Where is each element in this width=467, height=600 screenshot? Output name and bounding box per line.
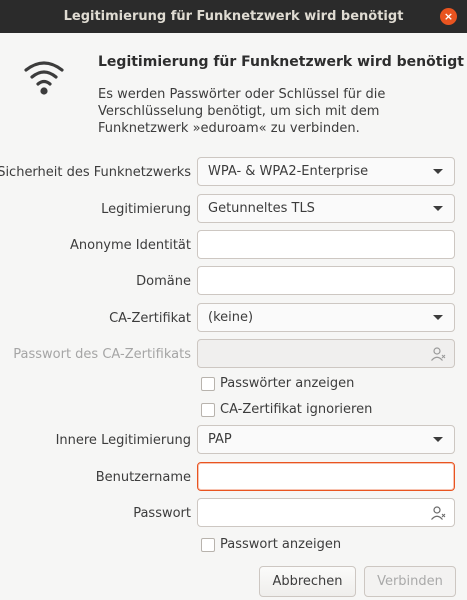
show-password-label: Passwort anzeigen [220, 537, 342, 552]
inner-auth-combo[interactable]: PAP [197, 425, 455, 454]
inner-auth-label: Innere Legitimierung [55, 433, 191, 448]
domain-label: Domäne [136, 274, 191, 289]
checkbox-box[interactable] [201, 537, 215, 552]
chevron-down-icon [433, 315, 443, 320]
cancel-button[interactable]: Abbrechen [259, 566, 356, 597]
ca-password-label: Passwort des CA-Zertifikats [13, 347, 191, 362]
ca-cert-combo-value: (keine) [208, 310, 254, 325]
ignore-ca-checkbox[interactable]: CA-Zertifikat ignorieren [201, 402, 372, 417]
chevron-down-icon [433, 206, 443, 211]
person-icon [431, 347, 446, 361]
security-combo[interactable]: WPA- & WPA2-Enterprise [197, 157, 455, 186]
ca-cert-combo[interactable]: (keine) [197, 303, 455, 332]
inner-auth-combo-value: PAP [208, 432, 232, 447]
chevron-down-icon [433, 169, 443, 174]
username-label: Benutzername [95, 470, 191, 485]
connect-button[interactable]: Verbinden [364, 566, 456, 597]
show-passwords-label: Passwörter anzeigen [220, 376, 355, 391]
auth-label: Legitimierung [101, 202, 191, 217]
show-password-checkbox[interactable]: Passwort anzeigen [201, 537, 341, 552]
wifi-icon [24, 61, 64, 95]
close-button[interactable]: × [440, 8, 457, 25]
auth-combo[interactable]: Getunneltes TLS [197, 194, 455, 223]
password-input[interactable] [197, 498, 455, 527]
username-input[interactable] [197, 462, 455, 491]
anon-identity-label: Anonyme Identität [69, 238, 191, 253]
security-combo-value: WPA- & WPA2-Enterprise [208, 164, 369, 179]
window-titlebar: Legitimierung für Funknetzwerk wird benö… [0, 0, 467, 33]
dialog-heading: Legitimierung für Funknetzwerk wird benö… [98, 54, 464, 70]
person-icon[interactable] [430, 505, 446, 521]
ca-password-input [197, 339, 455, 368]
checkbox-box[interactable] [201, 402, 215, 417]
close-icon: × [443, 10, 454, 23]
chevron-down-icon [433, 437, 443, 442]
auth-combo-value: Getunneltes TLS [208, 201, 315, 216]
ca-cert-label: CA-Zertifikat [109, 311, 191, 326]
checkbox-box[interactable] [201, 376, 215, 391]
password-label: Passwort [133, 506, 191, 521]
ignore-ca-label: CA-Zertifikat ignorieren [220, 402, 373, 417]
dialog-description: Es werden Passwörter oder Schlüssel für … [98, 87, 386, 136]
anon-identity-input[interactable] [197, 230, 455, 259]
security-label: Sicherheit des Funknetzwerks [0, 165, 191, 180]
show-passwords-checkbox[interactable]: Passwörter anzeigen [201, 376, 354, 391]
domain-input[interactable] [197, 266, 455, 295]
window-title: Legitimierung für Funknetzwerk wird benö… [63, 9, 404, 24]
